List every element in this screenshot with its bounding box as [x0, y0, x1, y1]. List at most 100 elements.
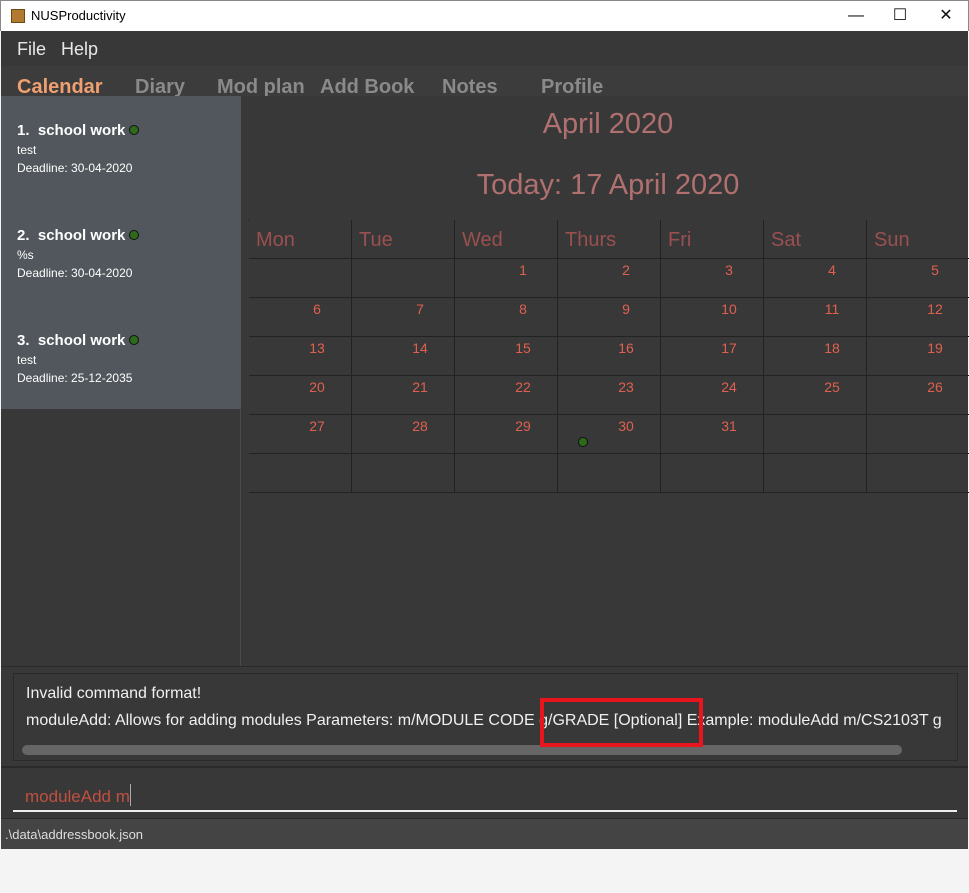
date-cell[interactable]: 19	[867, 337, 969, 376]
date-number: 18	[824, 340, 840, 356]
date-number: 7	[416, 301, 424, 317]
result-line-2: moduleAdd: Allows for adding modules Par…	[26, 712, 942, 729]
date-number: 1	[519, 262, 527, 278]
date-cell[interactable]: 23	[558, 376, 661, 415]
deadline-list[interactable]: 1. school work test Deadline: 30-04-2020…	[1, 96, 241, 409]
date-cell[interactable]: 11	[764, 298, 867, 337]
calendar-panel: 1. school work test Deadline: 30-04-2020…	[1, 96, 969, 666]
date-cell[interactable]	[661, 454, 764, 493]
date-cell[interactable]: 14	[352, 337, 455, 376]
date-cell[interactable]: 10	[661, 298, 764, 337]
date-cell[interactable]: 13	[249, 337, 352, 376]
menu-file[interactable]: File	[17, 39, 46, 60]
item-desc: %s	[17, 248, 34, 262]
date-cell[interactable]	[352, 259, 455, 298]
date-number: 26	[927, 379, 943, 395]
deadline-item[interactable]: 3. school work test Deadline: 25-12-2035	[17, 332, 237, 385]
date-number: 30	[618, 418, 634, 434]
date-cell[interactable]: 21	[352, 376, 455, 415]
date-cell[interactable]: 29	[455, 415, 558, 454]
date-cell[interactable]: 6	[249, 298, 352, 337]
date-number: 27	[309, 418, 325, 434]
date-cell[interactable]: 15	[455, 337, 558, 376]
date-cell[interactable]: 7	[352, 298, 455, 337]
date-number: 16	[618, 340, 634, 356]
item-title: school work	[37, 122, 126, 139]
item-title: school work	[37, 227, 126, 244]
save-location: .\data\addressbook.json	[5, 827, 144, 842]
minimize-button[interactable]: —	[836, 5, 876, 27]
day-header: Mon	[249, 220, 352, 259]
date-cell[interactable]: 3	[661, 259, 764, 298]
date-cell[interactable]: 12	[867, 298, 969, 337]
date-cell[interactable]	[764, 415, 867, 454]
menu-bar: File Help	[1, 31, 968, 66]
date-cell[interactable]: 31	[661, 415, 764, 454]
item-desc: test	[17, 143, 37, 157]
day-header: Wed	[455, 220, 558, 259]
date-number: 12	[927, 301, 943, 317]
date-cell[interactable]	[249, 454, 352, 493]
result-box: Invalid command format! moduleAdd: Allow…	[13, 673, 958, 761]
highlight-box	[540, 698, 703, 747]
horizontal-scrollbar[interactable]	[22, 745, 902, 755]
date-number: 28	[412, 418, 428, 434]
menu-help[interactable]: Help	[61, 39, 98, 60]
date-number: 29	[515, 418, 531, 434]
date-number: 23	[618, 379, 634, 395]
tab-diary[interactable]: Diary	[135, 76, 185, 96]
date-cell[interactable]: 9	[558, 298, 661, 337]
date-cell[interactable]: 17	[661, 337, 764, 376]
today-label: Today: 17 April 2020	[476, 169, 740, 201]
date-number: 3	[725, 262, 733, 278]
date-cell[interactable]	[455, 454, 558, 493]
day-header: Thurs	[558, 220, 661, 259]
tab-bar: Calendar Diary Mod plan Add Book Notes P…	[1, 66, 968, 96]
date-cell[interactable]: 20	[249, 376, 352, 415]
date-number: 24	[721, 379, 737, 395]
tab-profile[interactable]: Profile	[541, 76, 603, 96]
maximize-button[interactable]: ☐	[880, 5, 920, 27]
date-cell[interactable]	[867, 454, 969, 493]
close-button[interactable]: ✕	[926, 5, 966, 27]
item-deadline: Deadline: 30-04-2020	[17, 266, 133, 280]
day-header: Sat	[764, 220, 867, 259]
item-desc: test	[17, 353, 37, 367]
deadline-item[interactable]: 2. school work %s Deadline: 30-04-2020	[17, 227, 237, 280]
date-number: 2	[622, 262, 630, 278]
date-cell[interactable]: 26	[867, 376, 969, 415]
date-cell[interactable]: 2	[558, 259, 661, 298]
date-cell[interactable]	[249, 259, 352, 298]
date-cell[interactable]: 4	[764, 259, 867, 298]
tab-mod-plan[interactable]: Mod plan	[217, 76, 305, 96]
date-cell[interactable]: 1	[455, 259, 558, 298]
date-cell[interactable]: 8	[455, 298, 558, 337]
tab-add-book[interactable]: Add Book	[320, 76, 414, 96]
date-number: 21	[412, 379, 428, 395]
date-cell[interactable]	[867, 415, 969, 454]
deadline-item[interactable]: 1. school work test Deadline: 30-04-2020	[17, 122, 237, 175]
date-number: 9	[622, 301, 630, 317]
date-number: 10	[721, 301, 737, 317]
date-cell[interactable]: 25	[764, 376, 867, 415]
deadline-sidebar: 1. school work test Deadline: 30-04-2020…	[1, 96, 241, 666]
item-title: school work	[37, 332, 126, 349]
date-cell[interactable]: 28	[352, 415, 455, 454]
date-cell[interactable]	[558, 454, 661, 493]
tab-notes[interactable]: Notes	[442, 76, 498, 96]
date-cell[interactable]: 16	[558, 337, 661, 376]
date-cell[interactable]: 5	[867, 259, 969, 298]
date-cell[interactable]	[352, 454, 455, 493]
tab-calendar[interactable]: Calendar	[17, 76, 103, 96]
command-input[interactable]: moduleAdd m	[25, 784, 131, 807]
date-cell[interactable]	[764, 454, 867, 493]
date-cell[interactable]: 18	[764, 337, 867, 376]
date-cell[interactable]: 27	[249, 415, 352, 454]
date-cell[interactable]: 30	[558, 415, 661, 454]
date-cell[interactable]: 24	[661, 376, 764, 415]
window-title: NUSProductivity	[31, 8, 126, 23]
status-dot-icon	[129, 230, 140, 240]
item-index: 3.	[17, 332, 30, 349]
date-cell[interactable]: 22	[455, 376, 558, 415]
date-number: 4	[828, 262, 836, 278]
